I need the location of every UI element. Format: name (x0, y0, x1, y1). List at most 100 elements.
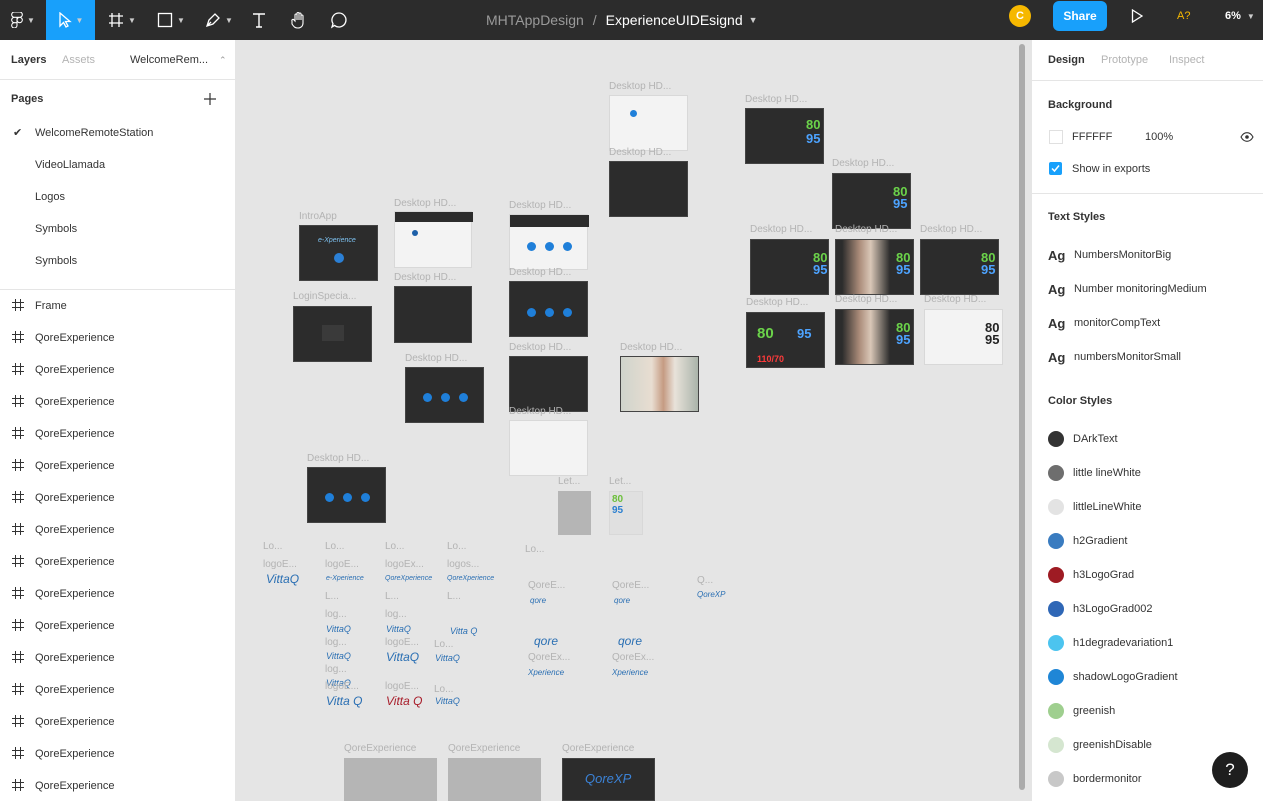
frame-monitor[interactable]: 80 95 (750, 239, 829, 295)
frame-label[interactable]: Q... (697, 575, 713, 586)
plus-icon[interactable] (203, 92, 217, 106)
page-item-videollamada[interactable]: VideoLlamada (0, 149, 235, 181)
chevron-up-icon[interactable]: ⌃ (219, 40, 227, 80)
frame-label[interactable]: QoreExperience (448, 743, 520, 754)
background-hex-input[interactable]: FFFFFF (1072, 131, 1112, 143)
chevron-down-icon[interactable]: ▼ (749, 15, 758, 25)
brand-logo[interactable]: Xperience (612, 668, 648, 677)
frame-label[interactable]: Lo... (325, 541, 344, 552)
frame-label[interactable]: Lo... (385, 541, 404, 552)
frame-label[interactable]: QoreExperience (344, 743, 416, 754)
frame-label[interactable]: L... (325, 591, 339, 602)
frame-label[interactable]: Desktop HD... (509, 267, 571, 278)
frame-login[interactable] (293, 306, 372, 362)
frame-monitor[interactable]: 80 95 (832, 173, 911, 229)
color-style-item[interactable]: littleLineWhite (1048, 497, 1141, 517)
page-item-symbols-2[interactable]: Symbols (0, 245, 235, 277)
layer-item[interactable]: QoreExperience (0, 322, 235, 354)
brand-logo[interactable]: VittaQ (386, 624, 411, 634)
frame-label[interactable]: Let... (609, 476, 631, 487)
frame-monitor-video[interactable]: 80 95 (835, 309, 914, 365)
present-button[interactable] (1126, 0, 1148, 32)
brand-logo[interactable]: Xperience (528, 668, 564, 677)
layer-item[interactable]: QoreExperience (0, 354, 235, 386)
layer-item[interactable]: QoreExperience (0, 578, 235, 610)
color-style-item[interactable]: h3LogoGrad (1048, 565, 1134, 585)
layer-item[interactable]: QoreExperience (0, 706, 235, 738)
frame-label[interactable]: Desktop HD... (405, 353, 467, 364)
text-style-item[interactable]: Ag monitorCompText (1048, 313, 1160, 333)
tab-layers[interactable]: Layers (11, 40, 46, 80)
frame-label[interactable]: Lo... (263, 541, 282, 552)
frame-label[interactable]: QoreEx... (528, 652, 570, 663)
frame-label[interactable]: logoEx... (385, 559, 424, 570)
text-style-item[interactable]: Ag Number monitoringMedium (1048, 279, 1207, 299)
color-style-item[interactable]: h2Gradient (1048, 531, 1127, 551)
frame-desktop[interactable] (394, 211, 473, 268)
tab-prototype[interactable]: Prototype (1101, 40, 1148, 80)
frame-label[interactable]: Desktop HD... (609, 147, 671, 158)
tab-assets[interactable]: Assets (62, 40, 95, 80)
layer-item[interactable]: QoreExperience (0, 642, 235, 674)
frame-label[interactable]: Desktop HD... (835, 224, 897, 235)
layer-item[interactable]: QoreExperience (0, 450, 235, 482)
layer-item[interactable]: QoreExperience (0, 770, 235, 801)
frame-desktop[interactable] (609, 161, 688, 217)
brand-logo[interactable]: VittaQ (326, 624, 351, 634)
frame-label[interactable]: Desktop HD... (920, 224, 982, 235)
brand-logo[interactable]: qore (534, 634, 558, 648)
text-style-item[interactable]: Ag numbersMonitorSmall (1048, 347, 1181, 367)
frame-qore-experience[interactable] (448, 758, 541, 801)
frame-desktop[interactable] (609, 95, 688, 151)
frame-label[interactable]: logoE... (263, 559, 297, 570)
frame-label[interactable]: IntroApp (299, 211, 337, 222)
frame-monitor[interactable]: 80 95 (920, 239, 999, 295)
frame-label[interactable]: Let... (558, 476, 580, 487)
frame-label[interactable]: Lo... (434, 639, 453, 650)
brand-logo[interactable]: Vitta Q (450, 626, 477, 636)
frame-label[interactable]: log... (385, 609, 407, 620)
file-name[interactable]: ExperienceUIDEsignd (606, 12, 743, 28)
frame-let[interactable]: 80 95 (609, 491, 643, 535)
frame-label[interactable]: logoE... (325, 559, 359, 570)
frame-desktop[interactable] (405, 367, 484, 423)
frame-label[interactable]: logos... (447, 559, 479, 570)
frame-label[interactable]: Desktop HD... (609, 81, 671, 92)
shape-tool-button[interactable]: ▼ (150, 0, 192, 40)
frame-video-call[interactable] (620, 356, 699, 412)
vertical-scrollbar[interactable] (1019, 44, 1025, 790)
page-item-logos[interactable]: Logos (0, 181, 235, 213)
frame-label[interactable]: Desktop HD... (620, 342, 682, 353)
pen-tool-button[interactable]: ▼ (198, 0, 240, 40)
page-item-welcome-remote-station[interactable]: ✔ WelcomeRemoteStation (0, 117, 235, 149)
layer-item[interactable]: QoreExperience (0, 674, 235, 706)
brand-logo[interactable]: VittaQ (435, 696, 460, 706)
frame-label[interactable]: Lo... (525, 544, 544, 555)
frame-desktop[interactable] (509, 420, 588, 476)
color-style-item[interactable]: greenishDisable (1048, 735, 1152, 755)
frame-label[interactable]: Desktop HD... (832, 158, 894, 169)
frame-label[interactable]: L... (385, 591, 399, 602)
text-tool-button[interactable] (246, 0, 272, 40)
brand-logo[interactable]: Vitta Q (386, 694, 422, 708)
frame-label[interactable]: Desktop HD... (509, 200, 571, 211)
frame-label[interactable]: logoE... (385, 637, 419, 648)
brand-logo[interactable]: Vitta Q (326, 694, 362, 708)
frame-label[interactable]: Desktop HD... (509, 406, 571, 417)
frame-monitor-video[interactable]: 80 95 (835, 239, 914, 295)
move-tool-button[interactable]: ▼ (46, 0, 95, 40)
frame-label[interactable]: Desktop HD... (835, 294, 897, 305)
accessibility-check-button[interactable]: A? (1177, 0, 1190, 32)
frame-monitor[interactable]: 80 95 110/70 (746, 312, 825, 368)
color-style-item[interactable]: greenish (1048, 701, 1115, 721)
frame-label[interactable]: Desktop HD... (924, 294, 986, 305)
frame-desktop[interactable] (509, 356, 588, 412)
background-opacity-input[interactable]: 100% (1145, 131, 1173, 143)
frame-let[interactable] (558, 491, 591, 535)
color-style-item[interactable]: shadowLogoGradient (1048, 667, 1178, 687)
share-button[interactable]: Share (1053, 1, 1107, 31)
frame-label[interactable]: LoginSpecia... (293, 291, 356, 302)
brand-logo[interactable]: QoreXperience (385, 575, 432, 582)
tab-inspect[interactable]: Inspect (1169, 40, 1204, 80)
brand-logo[interactable]: qore (618, 634, 642, 648)
